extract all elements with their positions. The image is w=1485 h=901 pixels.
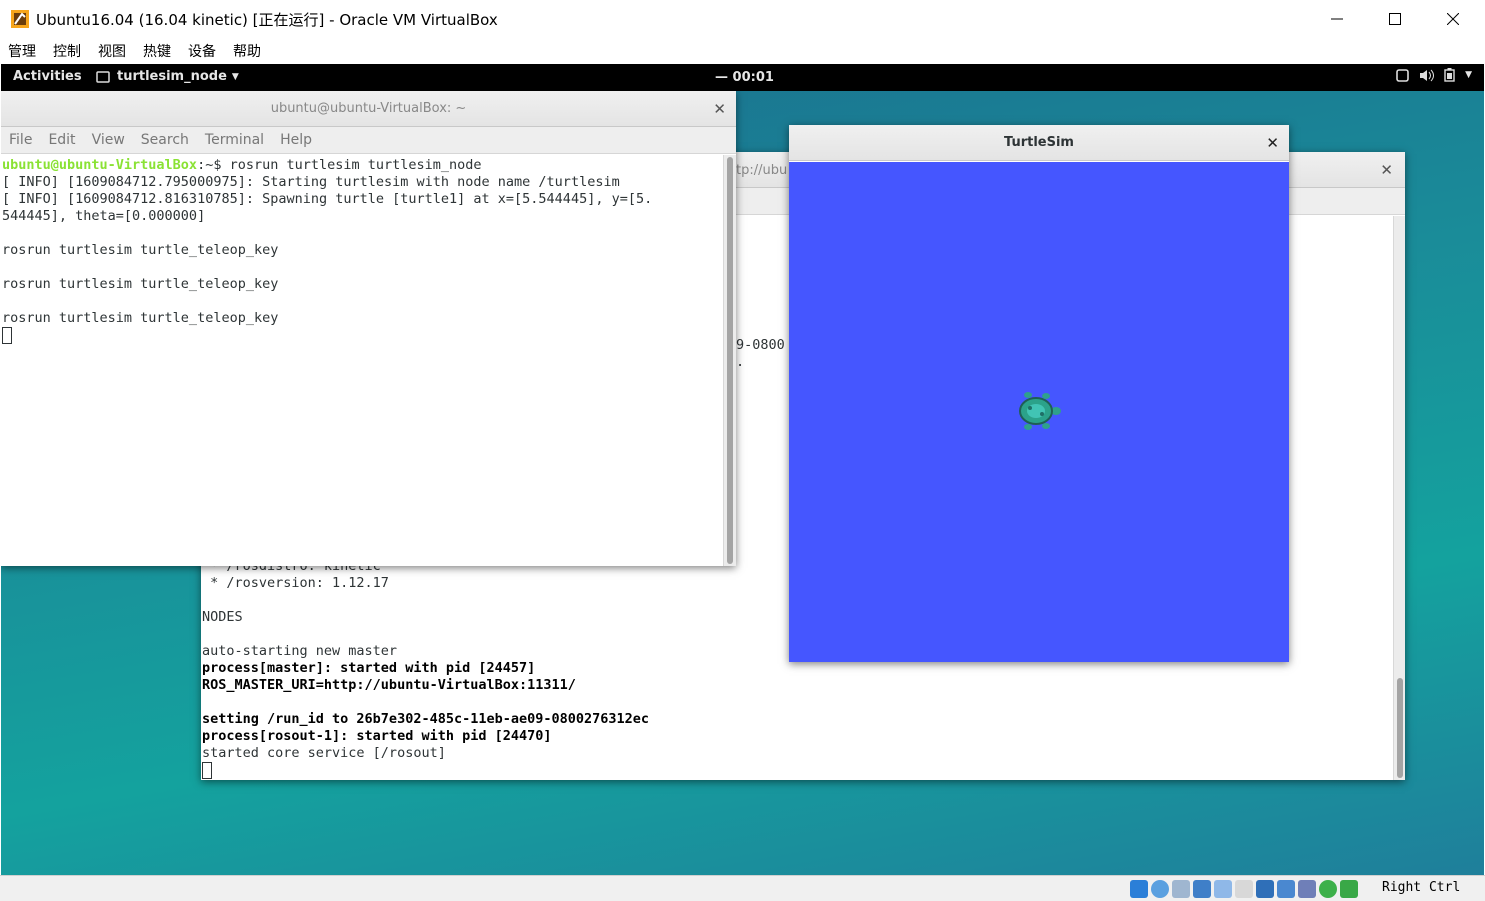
status-icons [1130,880,1358,898]
output-line: [ INFO] [1609084712.795000975]: Starting… [2,174,620,190]
chevron-down-icon: ▼ [1465,70,1472,80]
output-line: started core service [/rosout] [202,745,446,761]
terminal2-output: * /rosdistro: kinetic * /rosversion: 1.1… [202,558,649,779]
terminal1-scrollbar[interactable] [723,155,736,566]
turtlesim-close-icon[interactable]: ✕ [1266,134,1279,152]
menu-view[interactable]: View [92,132,125,148]
output-line: ​ [2,293,652,310]
menu-view[interactable]: 视图 [98,41,126,61]
host-key-arrow-icon[interactable] [1340,880,1358,898]
output-line: NODES [202,609,243,625]
output-line: rosrun turtlesim turtle_teleop_key [2,242,279,258]
gnome-topbar: Activities turtlesim_node ▼ — 00:01 ▼ [1,64,1484,91]
close-icon [1447,13,1459,25]
terminal2-title-fragment: tp://ubu [736,163,788,178]
prompt-line: ubuntu@ubuntu-VirtualBox:~$ rosrun turtl… [2,157,652,174]
system-tray[interactable]: ▼ [1396,68,1472,82]
output-line: ​ [202,626,649,643]
terminal2-fragment-line-1: 9-0800 [736,337,785,353]
terminal1-headerbar: ubuntu@ubuntu-VirtualBox: ~ [1,91,736,127]
display-icon[interactable] [1256,880,1274,898]
video-capture-icon[interactable] [1277,880,1295,898]
close-button[interactable] [1424,0,1482,38]
host-menubar: 管理 控制 视图 热键 设备 帮助 [0,38,1485,64]
minimize-button[interactable] [1308,0,1366,38]
host-window-title: Ubuntu16.04 (16.04 kinetic) [正在运行] - Ora… [36,11,498,29]
output-line: ​ [202,694,649,711]
output-line: rosrun turtlesim turtle_teleop_key [2,310,279,326]
output-line: process[rosout-1]: started with pid [244… [202,728,552,744]
output-line: 544445], theta=[0.000000] [2,208,206,224]
menu-edit[interactable]: Edit [48,132,75,148]
shared-folders-icon[interactable] [1235,880,1253,898]
terminal-app-icon [96,70,110,83]
minimize-icon [1331,18,1343,20]
app-menu[interactable]: turtlesim_node ▼ [96,69,239,84]
terminal1-scroll-thumb[interactable] [727,157,733,564]
activities-button[interactable]: Activities [13,69,82,84]
virtualization-icon[interactable] [1298,880,1316,898]
output-line: ​ [2,259,652,276]
turtlesim-title: TurtleSim [1004,135,1074,150]
output-line: ROS_MASTER_URI=http://ubuntu-VirtualBox:… [202,677,576,693]
terminal1-output: ubuntu@ubuntu-VirtualBox:~$ rosrun turtl… [2,157,652,344]
terminal1-close-icon[interactable]: ✕ [713,100,726,118]
host-statusbar: Right Ctrl [0,875,1485,901]
mouse-integration-icon[interactable] [1319,880,1337,898]
output-line: process[master]: started with pid [24457… [202,660,536,676]
host-key-label: Right Ctrl [1382,880,1461,895]
menu-devices[interactable]: 设备 [188,41,216,61]
menu-manage[interactable]: 管理 [8,41,36,61]
turtlesim-headerbar: TurtleSim [789,125,1289,161]
usb-icon[interactable] [1214,880,1232,898]
clock-label: 00:01 [732,70,774,85]
host-titlebar: Ubuntu16.04 (16.04 kinetic) [正在运行] - Ora… [0,0,1485,38]
menu-hotkey[interactable]: 热键 [143,41,171,61]
menu-help[interactable]: 帮助 [233,41,261,61]
output-line: ​ [2,225,652,242]
hard-disk-icon[interactable] [1130,880,1148,898]
turtlesim-canvas[interactable] [789,162,1289,662]
output-line: setting /run_id to 26b7e302-485c-11eb-ae… [202,711,650,727]
output-line: [ INFO] [1609084712.816310785]: Spawning… [2,191,653,207]
terminal2-close-icon[interactable]: ✕ [1380,161,1393,179]
terminal1-title: ubuntu@ubuntu-VirtualBox: ~ [270,101,467,116]
network-icon[interactable] [1193,880,1211,898]
menu-help[interactable]: Help [280,132,312,148]
optical-drive-icon[interactable] [1151,880,1169,898]
terminal1-cursor [2,327,12,344]
output-line: ​ [202,592,649,609]
output-line: rosrun turtlesim turtle_teleop_key [2,276,279,292]
clock-area[interactable]: — 00:01 [715,70,774,85]
battery-icon [1444,68,1455,82]
audio-icon[interactable] [1172,880,1190,898]
turtlesim-window[interactable]: TurtleSim ✕ [789,125,1289,662]
output-line: * /rosversion: 1.12.17 [202,575,389,591]
terminal2-cursor [202,762,212,779]
recording-indicator-icon: — [715,70,733,85]
maximize-icon [1389,13,1401,25]
menu-file[interactable]: File [9,132,32,148]
terminal2-fragment-line-2: . [736,354,745,370]
turtle-icon [1019,392,1061,430]
menu-terminal[interactable]: Terminal [205,132,264,148]
menu-control[interactable]: 控制 [53,41,81,61]
maximize-button[interactable] [1366,0,1424,38]
chevron-down-icon: ▼ [231,71,239,82]
output-line: auto-starting new master [202,643,398,659]
virtualbox-app-icon [11,10,29,28]
menu-search[interactable]: Search [141,132,189,148]
window-icon [1396,68,1409,82]
prompt-command: :~$ rosrun turtlesim turtlesim_node [197,157,482,173]
vm-display[interactable]: Activities turtlesim_node ▼ — 00:01 ▼ ✕ … [1,64,1484,875]
terminal1-menubar: File Edit View Search Terminal Help [1,127,736,154]
volume-icon [1420,69,1435,81]
terminal2-scrollbar[interactable] [1393,216,1405,780]
prompt-user: ubuntu@ubuntu-VirtualBox [2,157,198,173]
terminal-window-front[interactable]: ubuntu@ubuntu-VirtualBox: ~ ✕ File Edit … [1,91,736,566]
app-menu-label: turtlesim_node [117,69,227,84]
terminal2-scroll-thumb[interactable] [1397,678,1403,778]
